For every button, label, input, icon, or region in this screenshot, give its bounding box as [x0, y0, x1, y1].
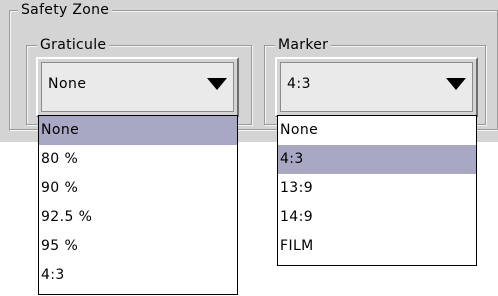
graticule-selected-value: None [48, 76, 87, 92]
graticule-dropdown-button[interactable] [199, 63, 233, 111]
graticule-option-80[interactable]: 80 % [39, 145, 237, 174]
chevron-down-icon [446, 78, 466, 90]
marker-dropdown-field[interactable]: 4:3 [280, 62, 473, 112]
marker-title: Marker [275, 36, 332, 54]
graticule-option-none[interactable]: None [39, 116, 237, 145]
graticule-dropdown[interactable]: None [36, 57, 239, 117]
graticule-options-list[interactable]: None 80 % 90 % 92.5 % 95 % 4:3 [38, 115, 238, 295]
graticule-dropdown-field[interactable]: None [41, 62, 234, 112]
marker-option-14-9[interactable]: 14:9 [278, 203, 476, 232]
marker-dropdown-button[interactable] [438, 63, 472, 111]
marker-dropdown[interactable]: 4:3 [275, 57, 478, 117]
marker-option-13-9[interactable]: 13:9 [278, 174, 476, 203]
marker-option-none[interactable]: None [278, 116, 476, 145]
graticule-title: Graticule [37, 36, 110, 54]
graticule-option-90[interactable]: 90 % [39, 174, 237, 203]
chevron-down-icon [207, 78, 227, 90]
marker-selected-value: 4:3 [287, 76, 312, 92]
marker-option-film[interactable]: FILM [278, 232, 476, 261]
marker-options-list[interactable]: None 4:3 13:9 14:9 FILM [277, 115, 477, 266]
safety-zone-title: Safety Zone [18, 1, 113, 19]
graticule-option-92-5[interactable]: 92.5 % [39, 203, 237, 232]
graticule-option-4-3[interactable]: 4:3 [39, 261, 237, 290]
marker-option-4-3[interactable]: 4:3 [278, 145, 476, 174]
graticule-option-95[interactable]: 95 % [39, 232, 237, 261]
